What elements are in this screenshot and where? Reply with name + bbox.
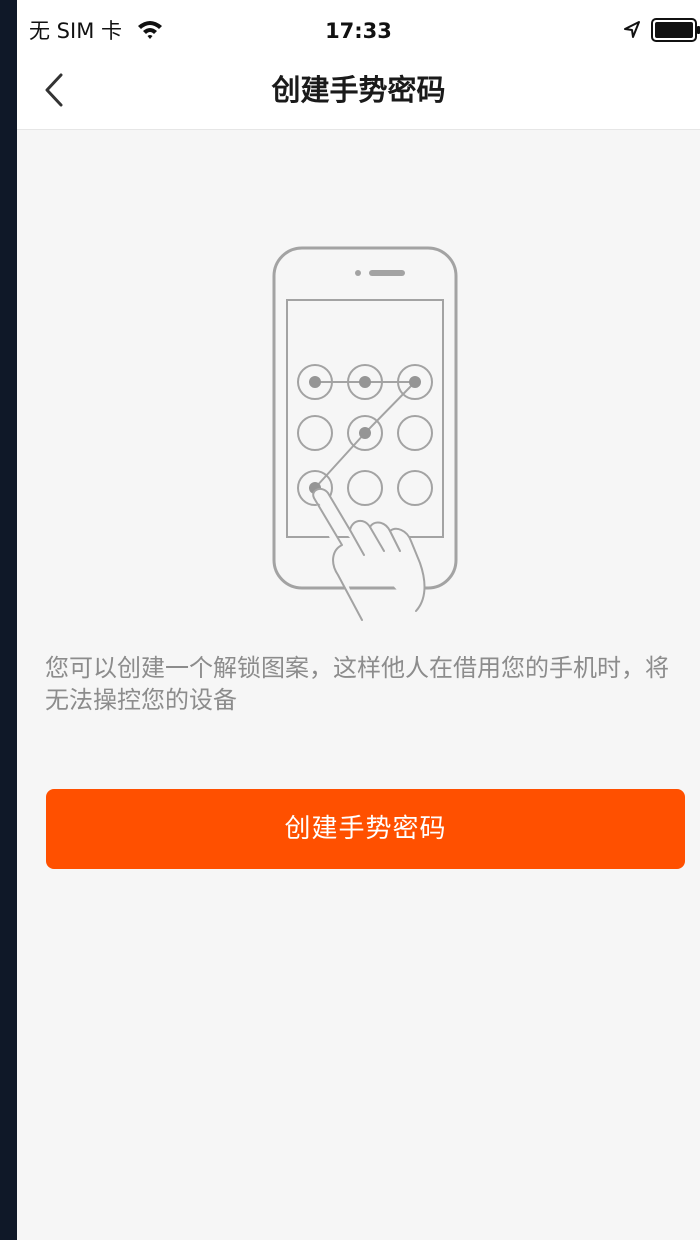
phone-gesture-illustration xyxy=(272,245,462,629)
battery-icon xyxy=(651,18,700,46)
location-arrow-icon xyxy=(623,20,641,44)
app-screen: 无 SIM 卡 17:33 创建手势密码 您可以创建一个解锁图案，这样他人在借用… xyxy=(17,0,700,1240)
page-title: 创建手势密码 xyxy=(271,73,446,107)
navigation-bar: 创建手势密码 xyxy=(17,50,700,130)
status-time: 17:33 xyxy=(325,19,392,43)
description-text: 您可以创建一个解锁图案，这样他人在借用您的手机时，将无法操控您的设备 xyxy=(45,654,669,714)
status-bar: 无 SIM 卡 17:33 xyxy=(17,0,700,50)
create-gesture-password-button[interactable]: 创建手势密码 xyxy=(46,789,685,869)
